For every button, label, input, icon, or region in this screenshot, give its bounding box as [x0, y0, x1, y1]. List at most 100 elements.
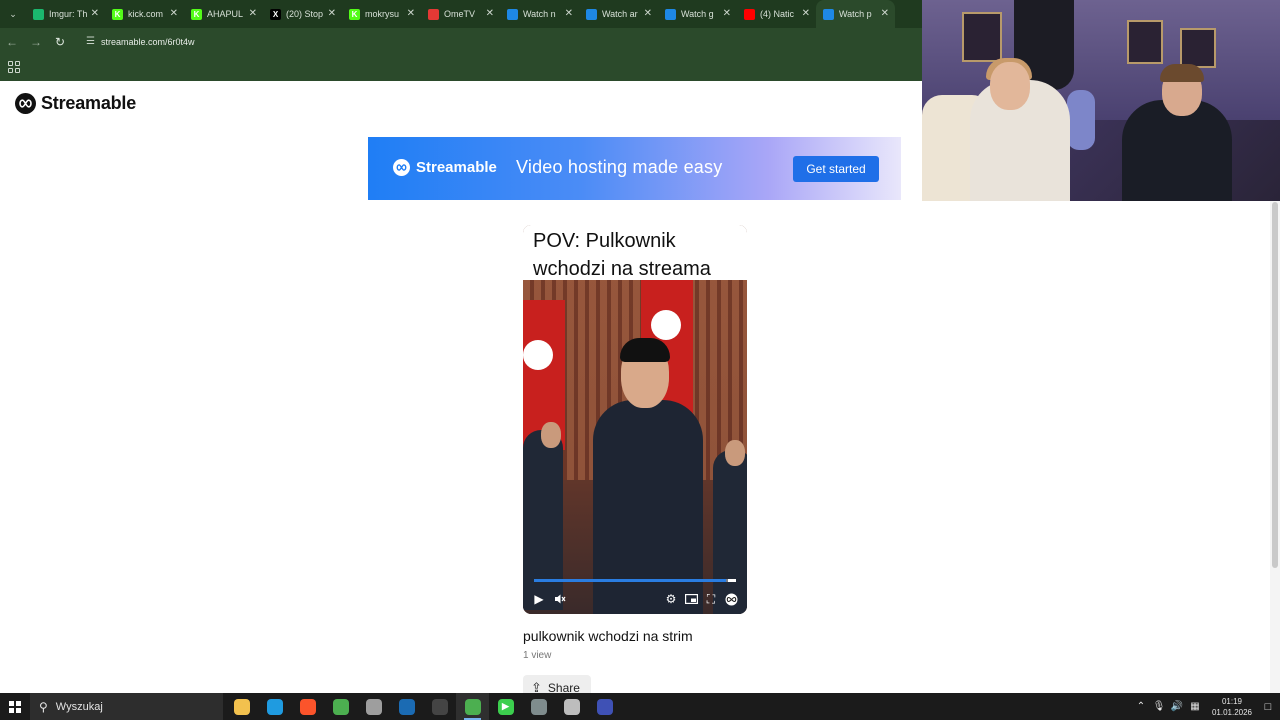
- video-player[interactable]: POV: Pulkownik wchodzi na streama ▶ ⚙ ⛶: [523, 225, 747, 614]
- banner-logo: Streamable: [393, 159, 497, 176]
- view-count: 1 view: [523, 650, 552, 661]
- get-started-button[interactable]: Get started: [793, 156, 879, 182]
- webcam-person-right-hair: [1160, 64, 1204, 82]
- tab-title: mokrysu: [365, 9, 400, 19]
- tab-title: Watch g: [681, 9, 714, 19]
- reload-icon[interactable]: ↻: [48, 30, 72, 54]
- tab-close-icon[interactable]: ✕: [565, 8, 573, 19]
- taskbar-app-steam[interactable]: [390, 693, 423, 720]
- share-icon: ⇪: [531, 680, 542, 693]
- taskbar-app-file-explorer[interactable]: [225, 693, 258, 720]
- main-figure-hair: [620, 338, 670, 362]
- search-icon: ⚲: [39, 699, 48, 714]
- picture-in-picture-icon[interactable]: [681, 589, 701, 609]
- tab-title: (4) Natic: [760, 9, 795, 19]
- app-green-icon: [464, 698, 481, 715]
- tab-favicon-icon: K: [191, 8, 202, 20]
- taskbar-app-app-shield[interactable]: [555, 693, 588, 720]
- share-button[interactable]: ⇪ Share: [523, 675, 591, 693]
- tab-favicon-icon: [823, 8, 834, 20]
- site-settings-icon[interactable]: ☰: [86, 36, 95, 47]
- tab-favicon-icon: [744, 8, 755, 20]
- ad-banner[interactable]: Streamable Video hosting made easy Get s…: [368, 137, 901, 200]
- tab-close-icon[interactable]: ✕: [328, 8, 336, 19]
- browser-tab[interactable]: (4) Natic ✕: [737, 0, 816, 28]
- browser-tab[interactable]: X (20) Stop ✕: [263, 0, 342, 28]
- apps-grid-icon[interactable]: [8, 61, 20, 73]
- share-label: Share: [547, 681, 580, 693]
- tab-close-icon[interactable]: ✕: [802, 8, 810, 19]
- taskbar-app-app-green[interactable]: [456, 693, 489, 720]
- browser-tab[interactable]: Imgur: Th ✕: [26, 0, 105, 28]
- app-shield-icon: [563, 698, 580, 715]
- file-explorer-icon: [233, 698, 250, 715]
- mute-icon[interactable]: [550, 589, 570, 609]
- fullscreen-icon[interactable]: ⛶: [701, 589, 721, 609]
- tab-close-icon[interactable]: ✕: [644, 8, 652, 19]
- browser-tab[interactable]: Watch p ✕: [816, 0, 895, 28]
- browser-tab[interactable]: Watch g ✕: [658, 0, 737, 28]
- video-progress-fill: [534, 579, 726, 582]
- tab-search-chevron-icon[interactable]: ⌄: [0, 0, 26, 28]
- banner-brand: Streamable: [416, 159, 497, 176]
- video-caption: POV: Pulkownik wchodzi na streama: [523, 225, 747, 280]
- browser-tab[interactable]: Watch n ✕: [500, 0, 579, 28]
- page-scrollbar[interactable]: [1270, 200, 1280, 693]
- tab-title: Watch ar: [602, 9, 638, 19]
- taskbar-app-chrome[interactable]: [324, 693, 357, 720]
- browser-tab[interactable]: Kkick.com ✕: [105, 0, 184, 28]
- tab-close-icon[interactable]: ✕: [486, 8, 494, 19]
- browser-tab[interactable]: Kmokrysu ✕: [342, 0, 421, 28]
- network-icon[interactable]: ▦: [1187, 701, 1203, 712]
- taskbar-app-app-blue[interactable]: [588, 693, 621, 720]
- tab-favicon-icon: [507, 8, 518, 20]
- system-tray: ⌃ 🎙 🔊 ▦ 01:19 01.01.2026 □: [1132, 693, 1280, 720]
- tab-favicon-icon: K: [349, 8, 360, 20]
- streamable-logo[interactable]: Streamable: [15, 93, 136, 114]
- crowd-figure: [523, 430, 563, 610]
- taskbar-search[interactable]: ⚲ Wyszukaj: [30, 693, 223, 720]
- tab-close-icon[interactable]: ✕: [91, 8, 99, 19]
- play-icon[interactable]: ▶: [529, 589, 549, 609]
- taskbar-app-edge[interactable]: [258, 693, 291, 720]
- start-button[interactable]: [0, 693, 30, 720]
- url-text: streamable.com/6r0t4w: [100, 36, 195, 47]
- microphone-icon[interactable]: 🎙: [1151, 701, 1167, 712]
- banner-tagline: Video hosting made easy: [516, 157, 723, 177]
- browser-tab[interactable]: Watch ar ✕: [579, 0, 658, 28]
- tab-favicon-icon: [665, 8, 676, 20]
- address-bar[interactable]: ☰ streamable.com/6r0t4w: [78, 31, 898, 53]
- forward-arrow-icon[interactable]: →: [24, 30, 48, 54]
- tab-close-icon[interactable]: ✕: [723, 8, 731, 19]
- browser-tab[interactable]: OmeTV ✕: [421, 0, 500, 28]
- taskbar-app-app-play[interactable]: ▶: [489, 693, 522, 720]
- video-frame[interactable]: ▶ ⚙ ⛶: [523, 280, 747, 614]
- tray-overflow-icon[interactable]: ⌃: [1133, 701, 1149, 712]
- tab-close-icon[interactable]: ✕: [881, 8, 889, 19]
- notifications-icon[interactable]: □: [1256, 701, 1280, 713]
- taskbar-app-brave[interactable]: [291, 693, 324, 720]
- browser-tab-strip: ⌄ Imgur: Th ✕ Kkick.com ✕ K AHAPUL ✕ X (20) Stop…: [0, 0, 922, 28]
- back-arrow-icon[interactable]: ←: [0, 30, 24, 54]
- video-progress-bar[interactable]: [534, 579, 736, 582]
- browser-tab[interactable]: K AHAPUL ✕: [184, 0, 263, 28]
- volume-icon[interactable]: 🔊: [1169, 701, 1185, 712]
- tab-title: Imgur: Th: [49, 9, 87, 19]
- tab-title: AHAPUL: [207, 9, 244, 19]
- taskbar-app-app-grey[interactable]: [357, 693, 390, 720]
- settings-gear-icon[interactable]: ⚙: [661, 589, 681, 609]
- crowd-head: [541, 422, 561, 448]
- clock[interactable]: 01:19 01.01.2026: [1208, 696, 1256, 718]
- windows-logo-icon: [9, 700, 21, 713]
- tab-favicon-icon: [428, 8, 439, 20]
- tab-close-icon[interactable]: ✕: [170, 8, 178, 19]
- streamable-watermark-icon[interactable]: [721, 589, 741, 609]
- tab-close-icon[interactable]: ✕: [249, 8, 257, 19]
- scrollbar-thumb[interactable]: [1272, 202, 1278, 568]
- taskbar-app-app-character[interactable]: [522, 693, 555, 720]
- wall-poster: [1180, 28, 1216, 68]
- tab-close-icon[interactable]: ✕: [407, 8, 415, 19]
- tab-title: Watch p: [839, 9, 872, 19]
- app-play-icon: ▶: [497, 698, 514, 715]
- taskbar-app-app-circle[interactable]: [423, 693, 456, 720]
